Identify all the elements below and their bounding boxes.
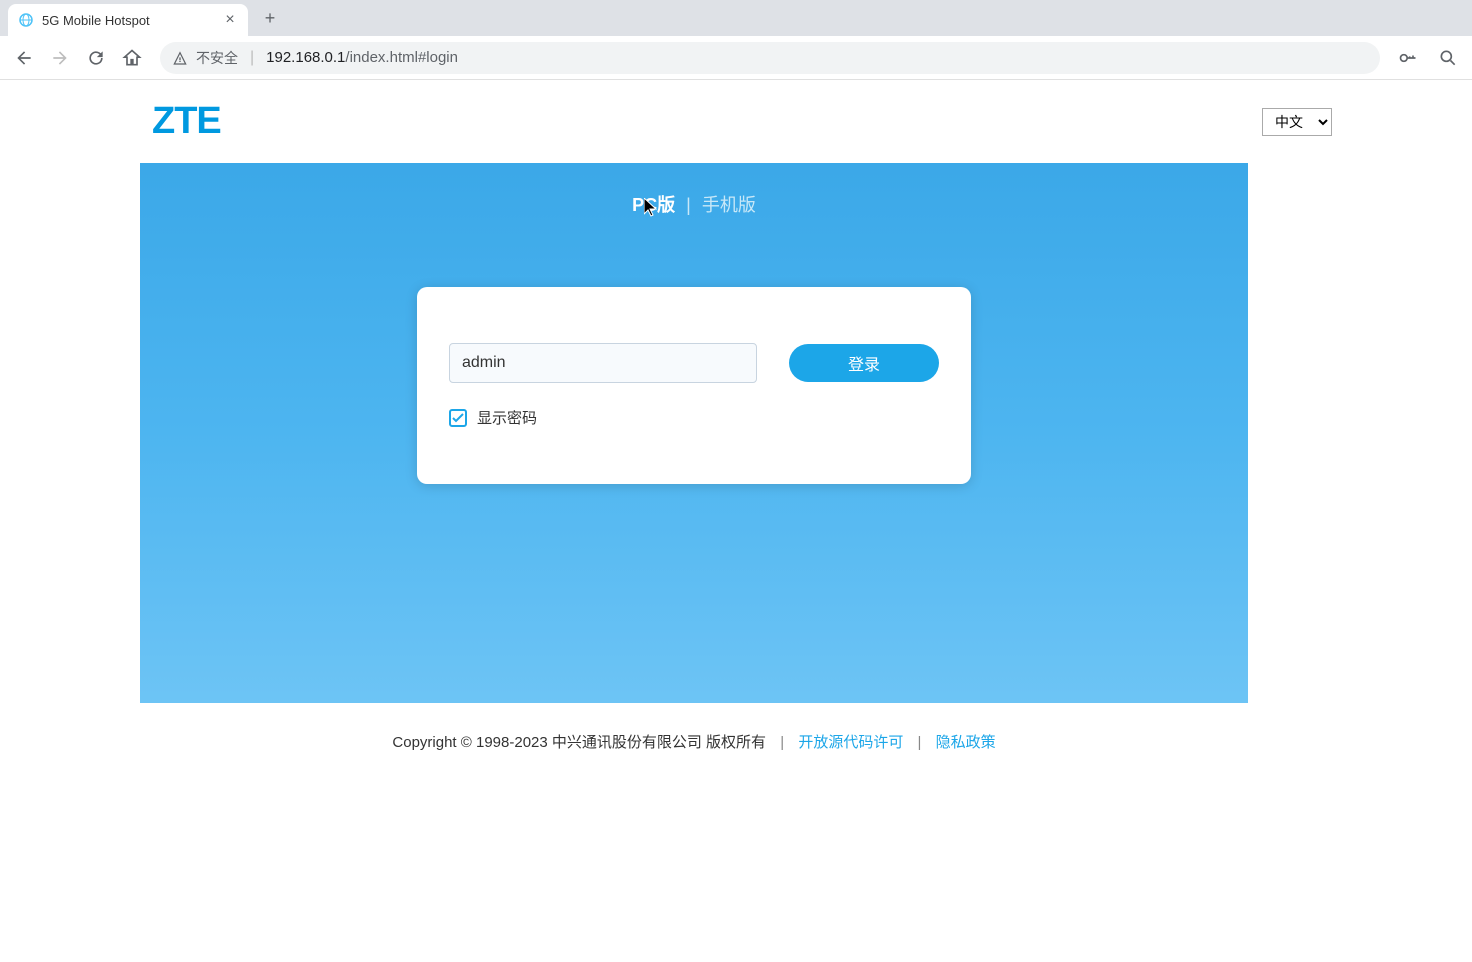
tab-close-icon[interactable]: ×	[222, 12, 238, 28]
url-path: /index.html#login	[345, 49, 458, 66]
main-area: PC版 | 手机版 登录 显示密码	[140, 163, 1248, 703]
show-password-checkbox[interactable]	[449, 409, 467, 427]
insecure-icon	[172, 50, 188, 66]
forward-button[interactable]	[44, 42, 76, 74]
search-icon[interactable]	[1432, 42, 1464, 74]
url-host: 192.168.0.1	[266, 49, 345, 66]
version-separator: |	[686, 195, 691, 215]
page-header: ZTE 中文	[0, 80, 1472, 163]
browser-chrome: 5G Mobile Hotspot × + 不安全 | 192.168.0.1/…	[0, 0, 1472, 80]
new-tab-button[interactable]: +	[256, 4, 284, 32]
url-separator: |	[250, 49, 254, 67]
footer-separator: |	[780, 734, 784, 751]
url-text: 192.168.0.1/index.html#login	[266, 49, 458, 66]
open-source-link[interactable]: 开放源代码许可	[798, 734, 903, 751]
browser-tab[interactable]: 5G Mobile Hotspot ×	[8, 4, 248, 36]
address-bar[interactable]: 不安全 | 192.168.0.1/index.html#login	[160, 42, 1380, 74]
back-button[interactable]	[8, 42, 40, 74]
security-label: 不安全	[196, 48, 238, 68]
show-password-row: 显示密码	[449, 407, 939, 428]
login-row: 登录	[449, 343, 939, 383]
zte-logo: ZTE	[152, 100, 221, 143]
login-card: 登录 显示密码	[417, 287, 971, 484]
privacy-policy-link[interactable]: 隐私政策	[936, 734, 996, 751]
page-content: ZTE 中文 PC版 | 手机版 登录 显示密码 Copyright ©	[0, 80, 1472, 962]
tab-mobile-version[interactable]: 手机版	[702, 195, 756, 215]
copyright-text: Copyright © 1998-2023 中兴通讯股份有限公司 版权所有	[392, 734, 766, 751]
footer-separator: |	[918, 734, 922, 751]
password-input[interactable]	[449, 343, 757, 383]
reload-button[interactable]	[80, 42, 112, 74]
home-button[interactable]	[116, 42, 148, 74]
tab-title: 5G Mobile Hotspot	[42, 13, 214, 28]
footer: Copyright © 1998-2023 中兴通讯股份有限公司 版权所有 | …	[140, 703, 1248, 780]
language-select[interactable]: 中文	[1262, 108, 1332, 136]
login-button[interactable]: 登录	[789, 344, 939, 382]
tab-bar: 5G Mobile Hotspot × +	[0, 0, 1472, 36]
password-key-icon[interactable]	[1392, 42, 1424, 74]
tab-pc-version[interactable]: PC版	[632, 195, 675, 215]
version-tabs: PC版 | 手机版	[140, 191, 1248, 217]
browser-toolbar: 不安全 | 192.168.0.1/index.html#login	[0, 36, 1472, 80]
tab-favicon-icon	[18, 12, 34, 28]
show-password-label: 显示密码	[477, 407, 537, 428]
